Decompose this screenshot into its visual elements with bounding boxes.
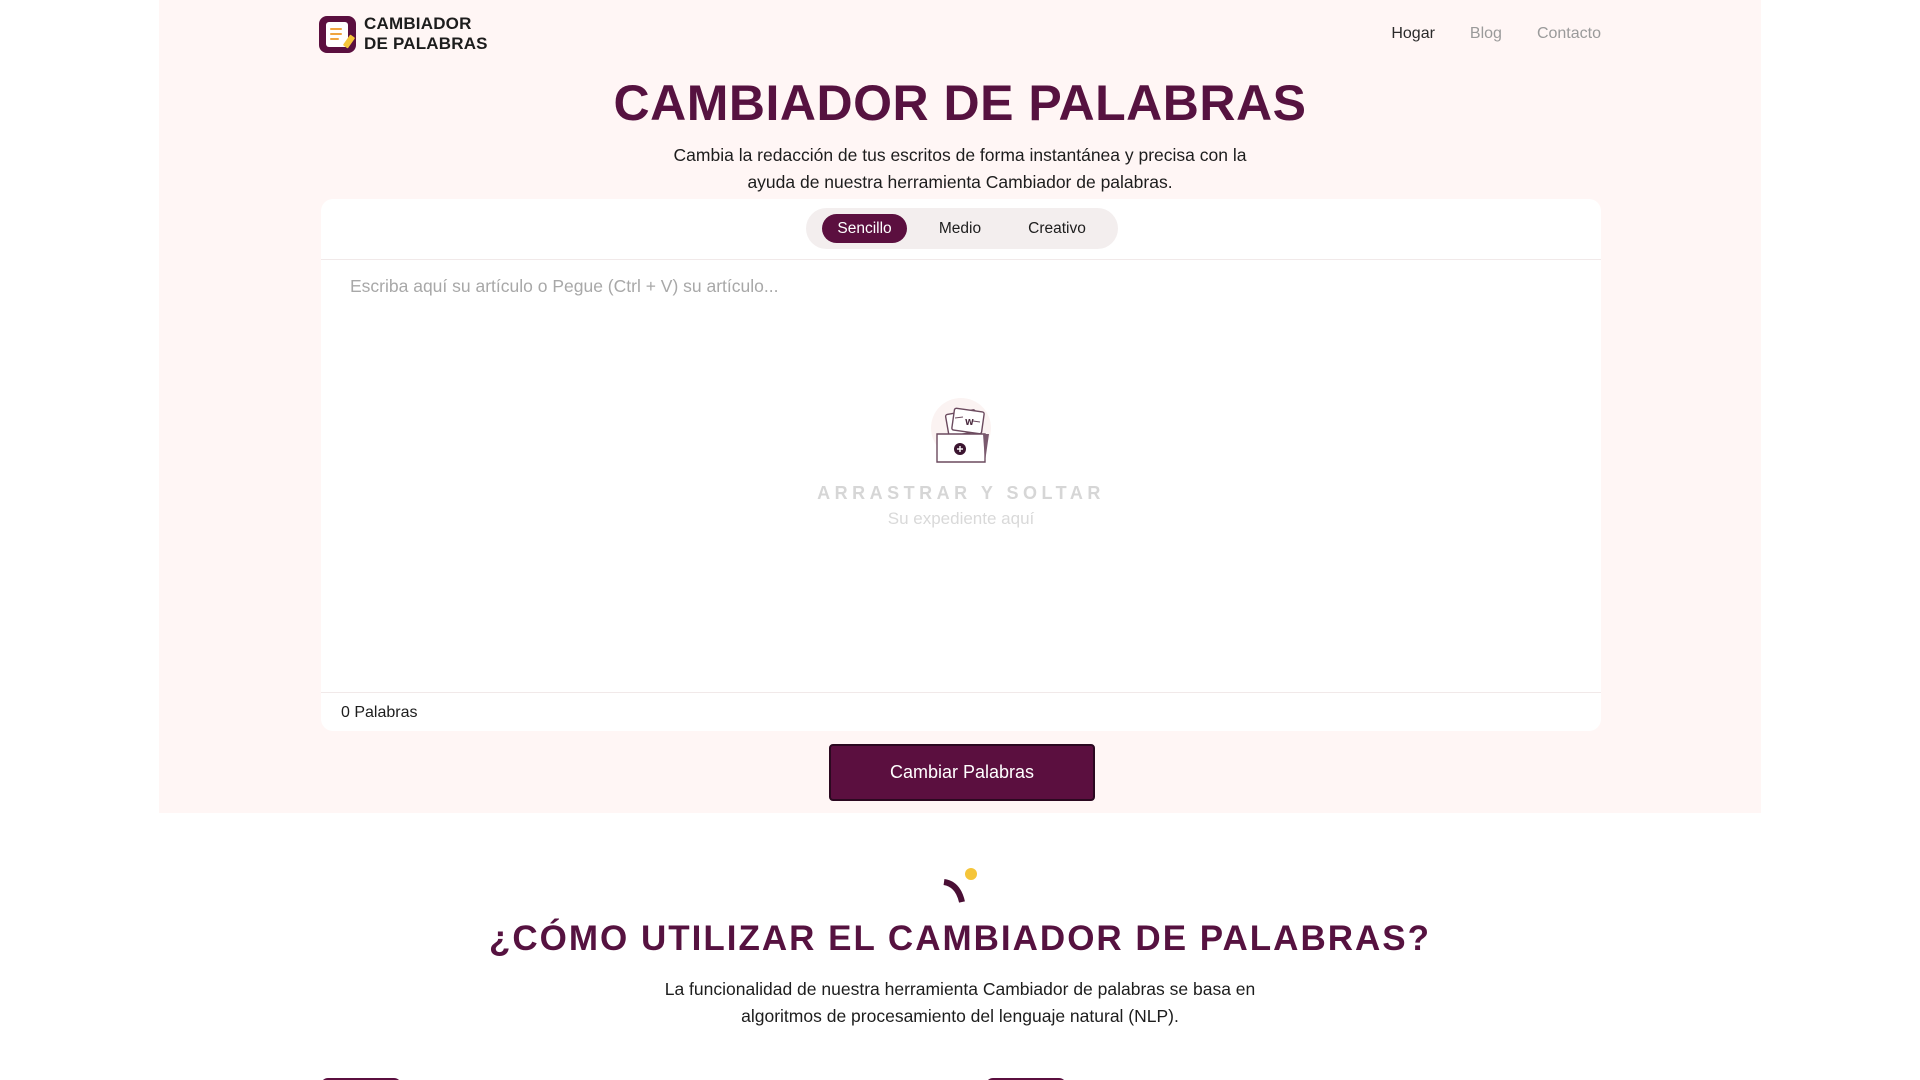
nav-item-contacto[interactable]: Contacto <box>1537 25 1601 43</box>
drop-zone[interactable]: W ARRASTRAR Y SOLTAR Su expediente aquí <box>781 398 1141 548</box>
brand-name-line1: CAMBIADOR <box>364 14 472 33</box>
document-pen-icon <box>319 15 356 53</box>
svg-text:W: W <box>965 418 974 427</box>
brand-logo[interactable]: CAMBIADOR DE PALABRAS <box>319 14 488 54</box>
change-words-button[interactable]: Cambiar Palabras <box>829 744 1095 801</box>
nav-item-hogar[interactable]: Hogar <box>1391 25 1435 43</box>
word-count-bar: 0 Palabras <box>321 692 1601 731</box>
main-nav: Hogar Blog Contacto <box>1391 25 1601 43</box>
mode-switch: Sencillo Medio Creativo <box>806 208 1118 249</box>
brand-name: CAMBIADOR DE PALABRAS <box>364 14 488 54</box>
text-input-placeholder: Escriba aquí su artículo o Pegue (Ctrl +… <box>350 276 779 296</box>
editor-card: Sencillo Medio Creativo Escriba aquí su … <box>321 199 1601 731</box>
text-input-area[interactable]: Escriba aquí su artículo o Pegue (Ctrl +… <box>321 260 1601 692</box>
drop-title: ARRASTRAR Y SOLTAR <box>817 483 1105 503</box>
mode-medio-button[interactable]: Medio <box>907 214 1013 243</box>
page-title: CAMBIADOR DE PALABRAS <box>613 75 1307 131</box>
mode-creativo-button[interactable]: Creativo <box>1013 214 1101 243</box>
file-upload-icon: W <box>931 398 991 463</box>
brand-name-line2: DE PALABRAS <box>364 34 488 53</box>
nav-item-blog[interactable]: Blog <box>1470 25 1502 43</box>
word-count: 0 Palabras <box>341 704 418 721</box>
site-header: CAMBIADOR DE PALABRAS Hogar Blog Contact… <box>319 0 1601 66</box>
drop-subtitle: Su expediente aquí <box>887 509 1035 528</box>
mode-sencillo-button[interactable]: Sencillo <box>822 214 907 243</box>
how-to-text: La funcionalidad de nuestra herramienta … <box>664 979 1256 1026</box>
how-to-title: ¿CÓMO UTILIZAR EL CAMBIADOR DE PALABRAS? <box>489 919 1431 958</box>
arc-dot-icon <box>943 868 977 903</box>
page-subtitle: Cambia la redacción de tus escritos de f… <box>673 145 1247 192</box>
